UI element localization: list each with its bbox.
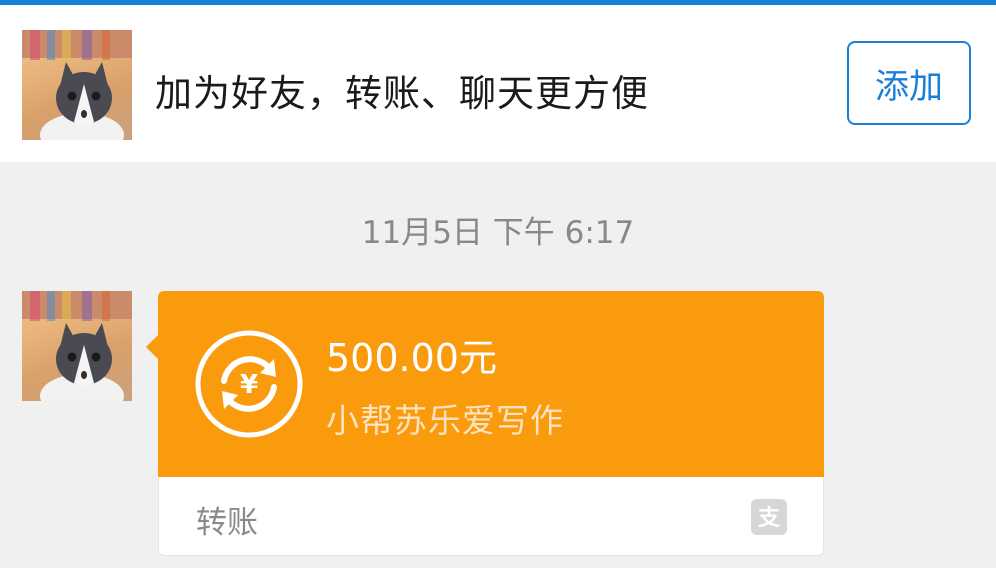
yuan-transfer-icon: ¥ bbox=[194, 329, 304, 439]
transfer-card-footer[interactable]: 转账 支 bbox=[158, 477, 824, 556]
bubble-pointer bbox=[146, 335, 158, 359]
transfer-amount: 500.00元 bbox=[326, 336, 497, 380]
transfer-payee: 小帮苏乐爱写作 bbox=[326, 401, 564, 440]
transfer-card-header[interactable]: ¥ 500.00元 小帮苏乐爱写作 bbox=[146, 291, 824, 477]
alipay-icon: 支 bbox=[751, 499, 787, 535]
svg-text:支: 支 bbox=[758, 506, 781, 531]
cat-avatar-icon[interactable] bbox=[22, 30, 132, 140]
transfer-message-card[interactable]: ¥ 500.00元 小帮苏乐爱写作 转账 支 bbox=[146, 291, 824, 556]
transfer-type-label: 转账 bbox=[196, 505, 258, 541]
cat-avatar-icon[interactable] bbox=[22, 291, 132, 401]
message-timestamp: 11月5日 下午 6:17 bbox=[361, 215, 635, 251]
add-friend-prompt: 加为好友，转账、聊天更方便 bbox=[155, 72, 649, 115]
add-friend-banner: 加为好友，转账、聊天更方便 添加 bbox=[0, 5, 996, 162]
add-friend-button[interactable]: 添加 bbox=[847, 41, 971, 125]
svg-text:¥: ¥ bbox=[240, 370, 258, 400]
